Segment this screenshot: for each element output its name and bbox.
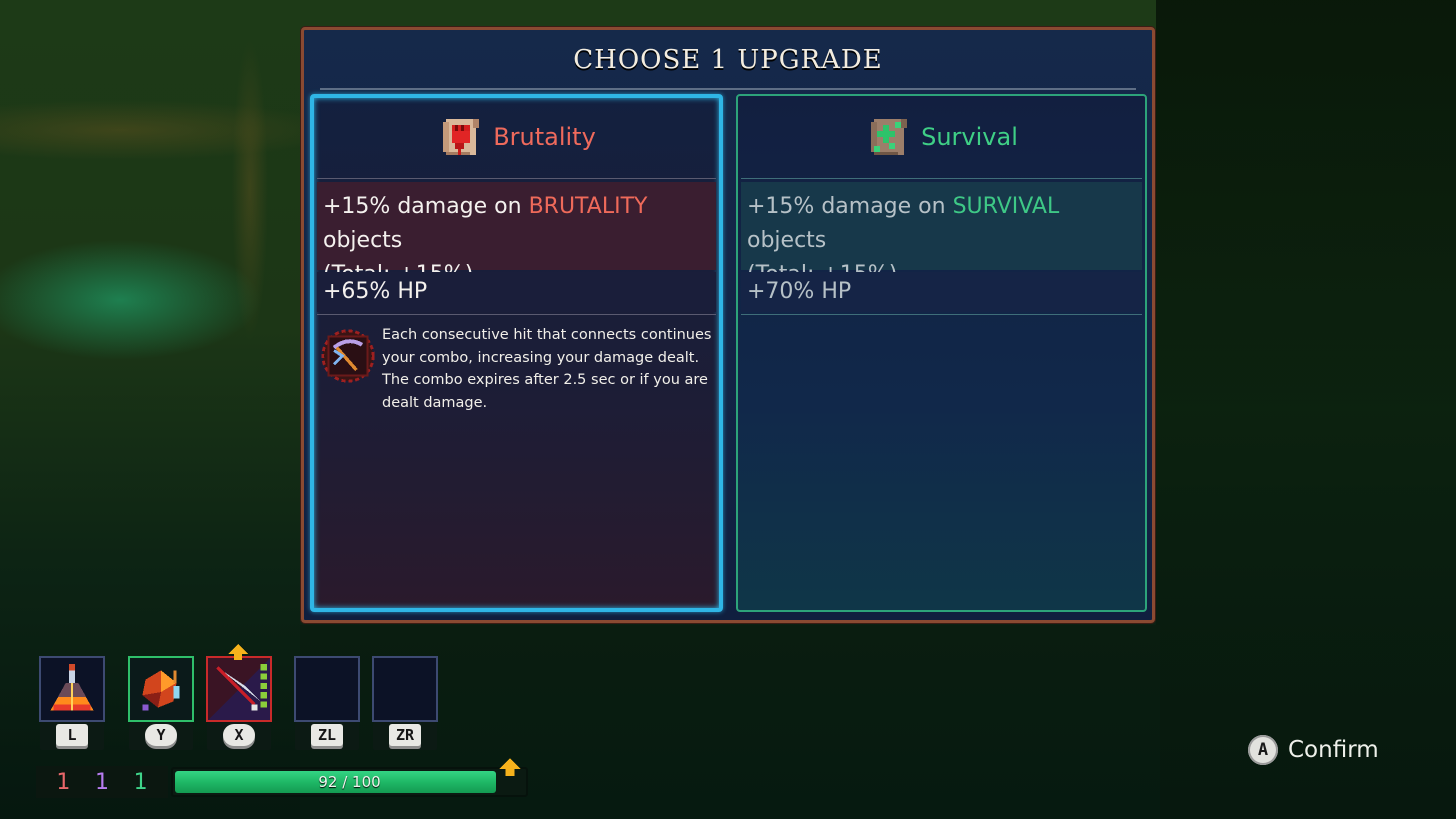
background-right (1156, 0, 1456, 819)
option-name: Brutality (493, 123, 596, 151)
damage-bonus: +15% damage on SURVIVAL objects (Total: … (741, 182, 1142, 287)
key-y-label: Y (145, 724, 177, 746)
bonus-prefix: +15% damage on (747, 194, 953, 219)
bonus-suffix: objects (323, 228, 403, 253)
slot-y-key: Y (129, 722, 193, 750)
key-zr-label: ZR (389, 724, 421, 746)
bow-combo-icon (321, 329, 375, 383)
hp-bonus: +70% HP (741, 272, 1142, 312)
slot-l-key: L (40, 722, 104, 750)
scroll-stats: 1 1 1 (36, 766, 168, 798)
upgrade-dialog: CHOOSE 1 UPGRADE Brutality +15% damage o… (301, 27, 1155, 623)
key-l-label: L (56, 724, 88, 746)
health-flask-icon (50, 664, 94, 711)
slot-zl-key: ZL (295, 722, 359, 750)
title-divider (320, 88, 1136, 90)
perk-text: Each consecutive hit that connects conti… (382, 327, 712, 411)
bonus-suffix: objects (747, 228, 827, 253)
crossbow-skill-icon (208, 658, 270, 720)
option-header: Survival (738, 108, 1145, 166)
health-upgrade-arrow-icon (499, 758, 521, 776)
health-bar: 92 / 100 (171, 767, 528, 797)
key-x-label: X (223, 724, 255, 746)
slot-x-key: X (207, 722, 271, 750)
option-name: Survival (921, 123, 1018, 151)
survival-stat: 1 (133, 769, 148, 795)
damage-bonus: +15% damage on BRUTALITY objects (Total:… (317, 182, 716, 287)
confirm-button[interactable]: A Confirm (1248, 735, 1379, 765)
bonus-keyword: SURVIVAL (952, 194, 1060, 219)
upgrade-option-brutality[interactable]: Brutality +15% damage on BRUTALITY objec… (310, 94, 723, 612)
slot-zr-key: ZR (373, 722, 437, 750)
divider (317, 314, 716, 315)
divider (741, 314, 1142, 315)
upgrade-arrow-icon (228, 644, 248, 660)
hp-bonus: +65% HP (317, 272, 716, 312)
survival-scroll-icon (871, 119, 908, 155)
brutality-scroll-icon (443, 119, 480, 155)
perk-description: Each consecutive hit that connects conti… (320, 324, 713, 414)
dialog-title: CHOOSE 1 UPGRADE (573, 45, 883, 75)
tactics-stat: 1 (94, 769, 109, 795)
slot-x[interactable] (206, 656, 272, 722)
health-text: 92 / 100 (318, 773, 381, 791)
upgrade-option-survival[interactable]: Survival +15% damage on SURVIVAL objects… (736, 94, 1147, 612)
fire-grenade-icon (142, 670, 180, 711)
divider (741, 178, 1142, 179)
bonus-keyword: BRUTALITY (528, 194, 648, 219)
slot-l[interactable] (39, 656, 105, 722)
confirm-label: Confirm (1288, 737, 1379, 763)
slot-zl[interactable] (294, 656, 360, 722)
brutality-stat: 1 (56, 769, 71, 795)
key-zl-label: ZL (311, 724, 343, 746)
slot-y[interactable] (128, 656, 194, 722)
option-header: Brutality (314, 108, 719, 166)
bonus-prefix: +15% damage on (323, 194, 529, 219)
divider (317, 178, 716, 179)
a-button-icon: A (1248, 735, 1278, 765)
slot-zr[interactable] (372, 656, 438, 722)
